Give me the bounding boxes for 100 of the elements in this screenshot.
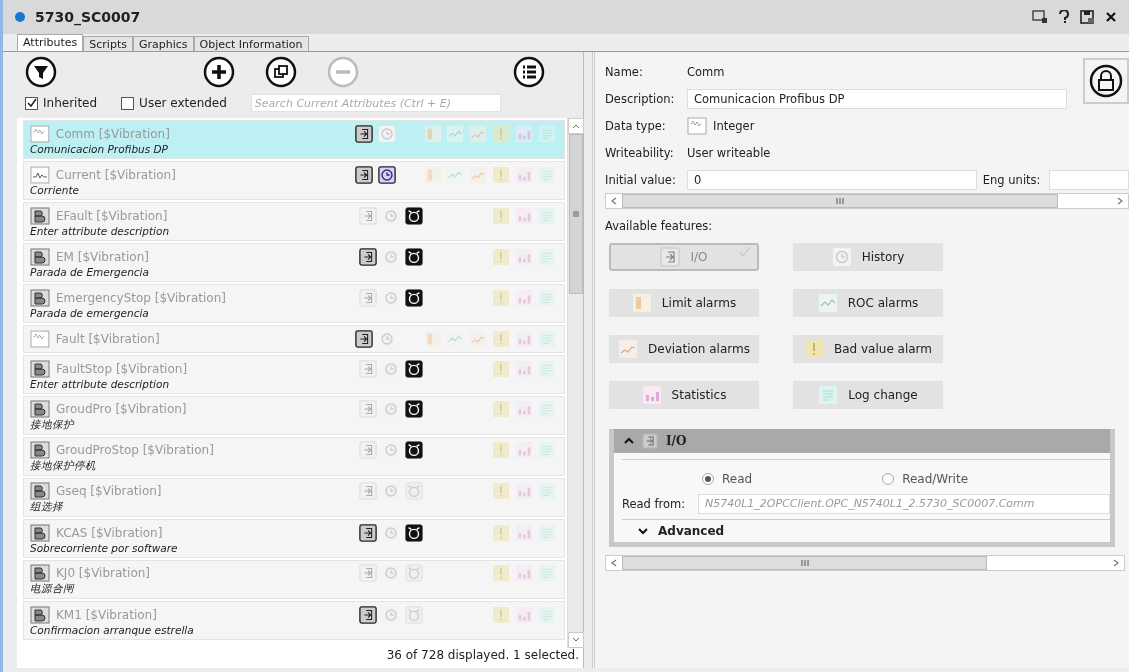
boolean-type-icon — [30, 522, 50, 543]
integer-type-icon — [687, 115, 707, 136]
boolean-type-icon — [30, 562, 50, 583]
attribute-description: 接地保护 — [30, 417, 76, 432]
boolean-type-icon — [30, 358, 50, 379]
io-section-header[interactable]: I/O — [614, 429, 1110, 453]
attribute-description: Corriente — [30, 183, 80, 196]
bar-chart-icon — [514, 330, 533, 348]
radio-label: Read/Write — [902, 472, 969, 486]
grip-icon — [835, 197, 844, 205]
radio-button[interactable] — [702, 473, 714, 485]
radio-button[interactable] — [882, 473, 895, 485]
duplicate-button[interactable] — [263, 56, 299, 88]
attribute-row[interactable]: Current [$Vibration] Corriente — [23, 161, 565, 200]
features-heading: Available features: — [605, 219, 713, 233]
attribute-row[interactable]: Comm [$Vibration] Comunicacion Profibus DP — [23, 120, 565, 159]
feature-button[interactable]: Deviation alarms — [609, 335, 759, 363]
boolean-type-icon — [30, 205, 50, 226]
feature-button[interactable]: ROC alarms — [793, 289, 943, 317]
tab[interactable]: Attributes — [17, 34, 84, 51]
name-value: Comm — [687, 64, 725, 79]
attribute-name: EmergencyStop [$Vibration] — [56, 290, 227, 305]
attribute-description: Enter attribute description — [30, 377, 171, 390]
attribute-row[interactable]: KCAS [$Vibration] Sobrecorriente por software — [23, 519, 565, 558]
field-label: Description: — [605, 91, 676, 106]
attribute-name: GroudPro [$Vibration] — [56, 401, 188, 416]
exclamation-icon — [491, 481, 510, 500]
bar-chart-icon — [641, 385, 662, 405]
advanced-toggle[interactable]: Advanced — [622, 519, 1110, 542]
writeability-value: User writeable — [687, 145, 771, 160]
attribute-description: Confirmacion arranque estrella — [30, 623, 195, 636]
exclamation-icon — [803, 339, 824, 359]
attribute-row[interactable]: EFault [$Vibration] Enter attribute description — [23, 202, 565, 241]
field-label: Writeability: — [605, 145, 675, 160]
search-field[interactable]: Search Current Attributes (Ctrl + E) — [250, 94, 501, 112]
window-title: 5730_SC0007 — [35, 9, 142, 25]
initial-value-field[interactable]: 0 — [687, 169, 977, 190]
tab[interactable]: Object Information — [193, 36, 309, 51]
close-icon[interactable] — [1105, 11, 1117, 23]
attribute-row[interactable]: GroudPro [$Vibration] 接地保护 — [23, 396, 565, 435]
boolean-type-icon — [30, 398, 50, 419]
attribute-description: 电源合闸 — [30, 581, 76, 596]
exclamation-icon — [491, 399, 510, 418]
attribute-name: EFault [$Vibration] — [56, 208, 169, 223]
io-icon — [660, 247, 681, 267]
field-label: Name: — [605, 64, 644, 79]
tab[interactable]: Scripts — [83, 36, 133, 51]
feature-button[interactable]: Statistics — [609, 381, 759, 409]
horizontal-scrollbar[interactable] — [605, 193, 1129, 209]
add-button[interactable] — [201, 56, 237, 88]
checkbox[interactable] — [25, 96, 38, 110]
limit-bar-icon — [423, 330, 442, 348]
attribute-description: Comunicacion Profibus DP — [30, 142, 169, 155]
attribute-name: GroudProStop [$Vibration] — [56, 442, 215, 457]
list-icon — [537, 288, 556, 307]
feature-button[interactable]: Bad value alarm — [793, 335, 943, 363]
list-icon — [537, 605, 556, 624]
feature-button[interactable]: History — [793, 243, 943, 271]
exclamation-icon — [491, 440, 510, 459]
attribute-row[interactable]: EM [$Vibration] Parada de Emergencia — [23, 243, 565, 282]
checkbox[interactable] — [121, 96, 135, 110]
attribute-name: FaultStop [$Vibration] — [56, 361, 189, 376]
exclamation-icon — [491, 247, 510, 266]
feature-button[interactable]: Log change — [793, 381, 943, 409]
scrollbar[interactable] — [567, 118, 583, 648]
attribute-row[interactable]: KM1 [$Vibration] Confirmacion arranque estrella — [23, 601, 565, 640]
field-label: Eng units: — [982, 172, 1042, 187]
boolean-type-icon — [30, 287, 50, 308]
lock-button[interactable] — [1083, 58, 1129, 104]
grip-icon — [800, 559, 809, 567]
attribute-row[interactable]: FaultStop [$Vibration] Enter attribute description — [23, 355, 565, 394]
bar-chart-icon — [514, 359, 533, 378]
horizontal-scrollbar[interactable] — [605, 555, 1125, 571]
attribute-description: Enter attribute description — [30, 224, 171, 237]
window-lock-icon[interactable] — [1032, 10, 1048, 24]
attribute-name: KM1 [$Vibration] — [56, 607, 158, 622]
bar-chart-icon — [514, 165, 533, 184]
help-icon[interactable] — [1058, 10, 1070, 24]
eng-units-field[interactable] — [1048, 169, 1129, 190]
description-field[interactable]: Comunicacion Profibus DP — [687, 88, 1067, 109]
bar-chart-icon — [514, 523, 533, 542]
filter-button[interactable] — [23, 56, 59, 88]
limit-bar-icon — [631, 293, 652, 313]
feature-button[interactable]: Limit alarms — [609, 289, 759, 317]
list-icon — [537, 124, 556, 143]
field-label: Initial value: — [605, 172, 677, 187]
bar-chart-icon — [514, 481, 533, 500]
attribute-name: Comm [$Vibration] — [55, 126, 171, 141]
attribute-row[interactable]: KJ0 [$Vibration] 电源合闸 — [23, 560, 565, 599]
list-icon — [537, 523, 556, 542]
attribute-row[interactable]: EmergencyStop [$Vibration] Parada de emergencia — [23, 284, 565, 323]
list-view-button[interactable] — [511, 56, 547, 88]
caret-icon — [638, 527, 648, 535]
save-icon[interactable] — [1080, 10, 1095, 24]
tab[interactable]: Graphics — [132, 36, 194, 51]
attribute-row[interactable]: GroudProStop [$Vibration] 接地保护停机 — [23, 437, 565, 476]
field-label: Data type: — [605, 118, 667, 133]
attribute-row[interactable]: Gseq [$Vibration] 组选择 — [23, 478, 565, 517]
exclamation-icon — [491, 563, 510, 582]
boolean-type-icon — [30, 246, 50, 267]
